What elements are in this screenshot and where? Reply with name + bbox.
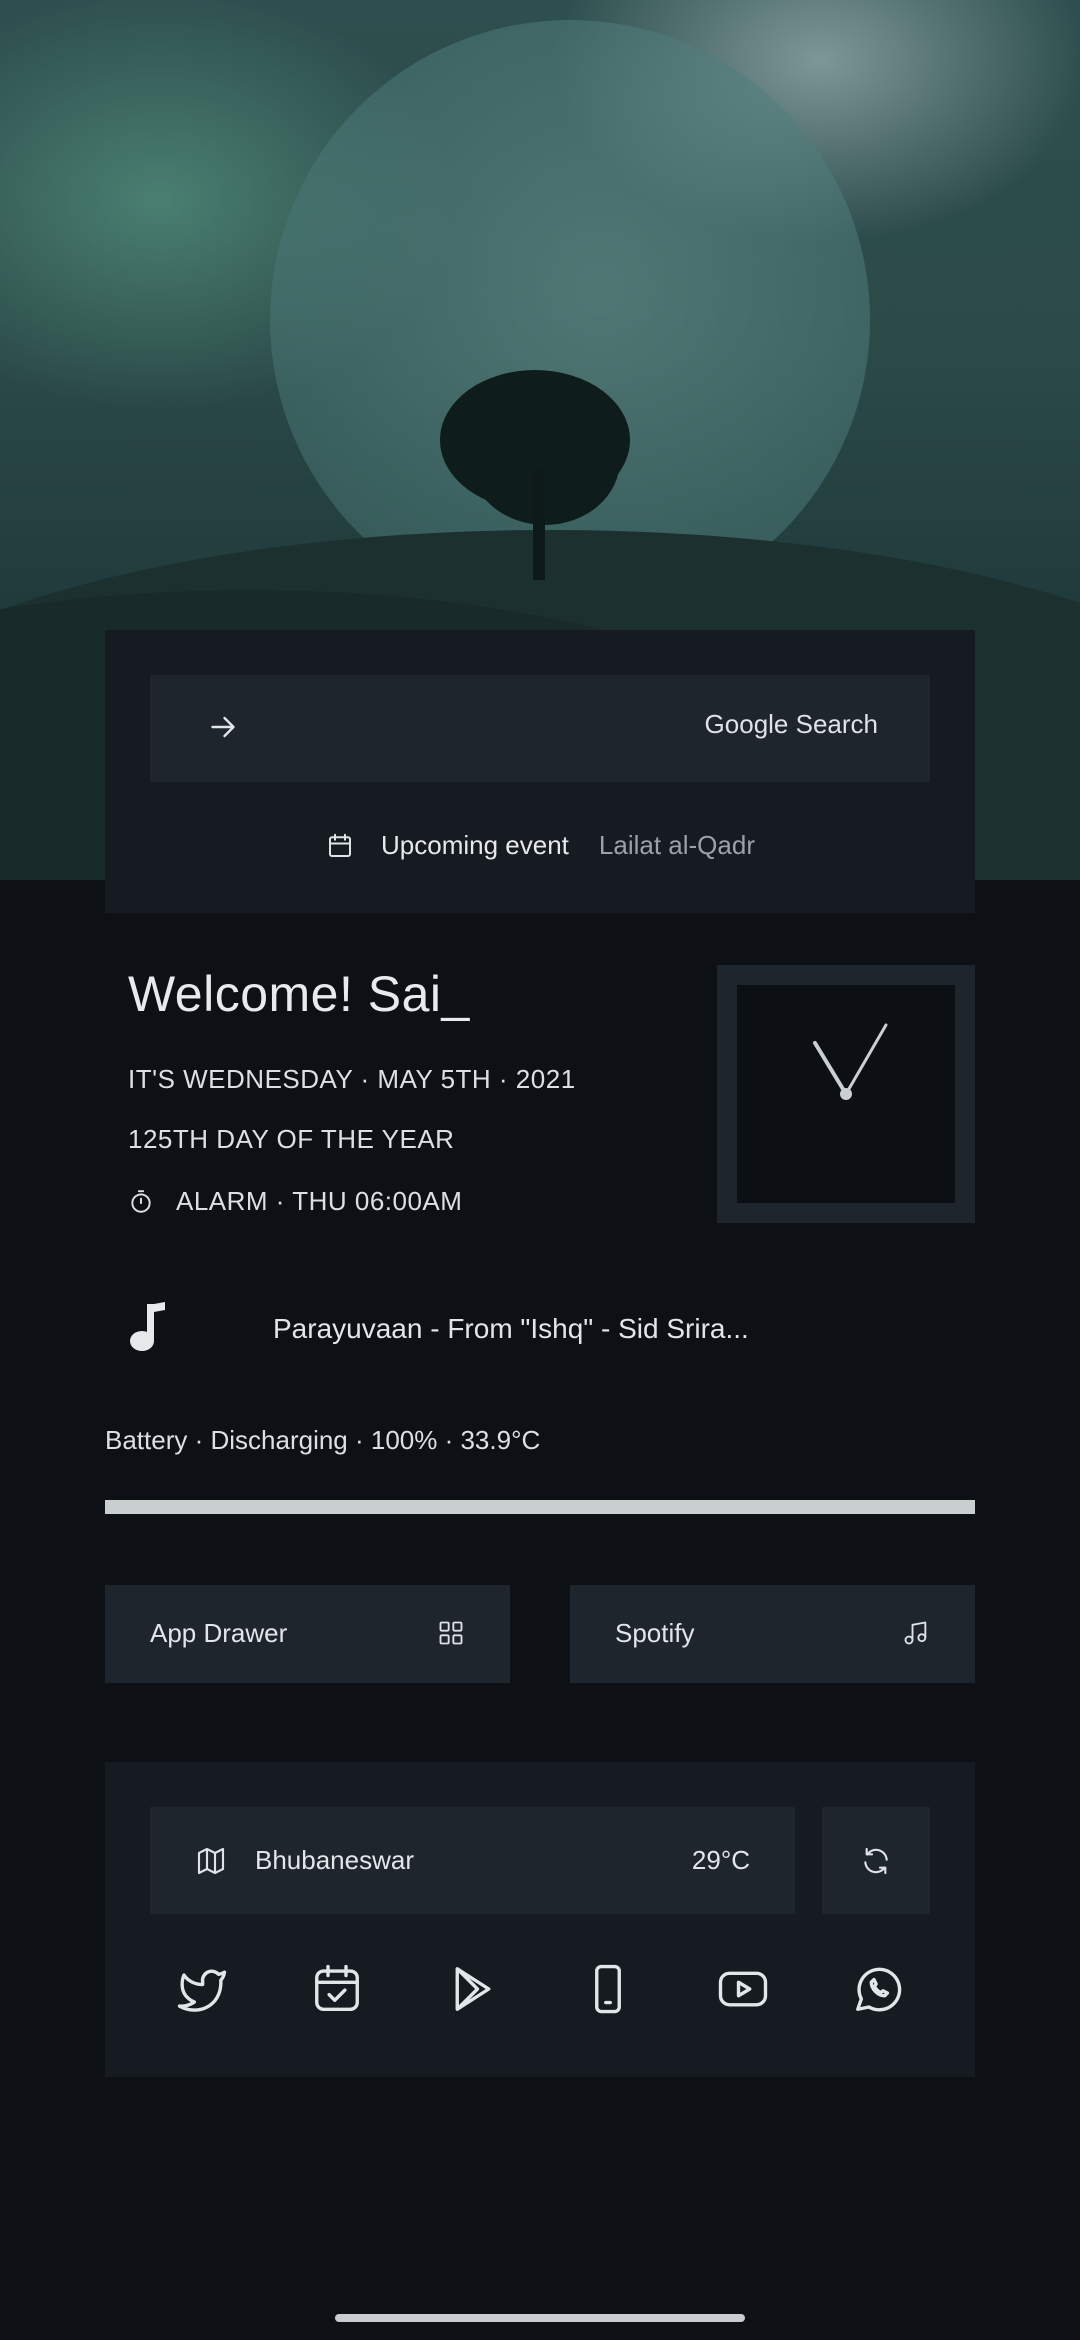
event-title: Upcoming event xyxy=(381,830,569,860)
alarm-line[interactable]: ALARM · THU 06:00AM xyxy=(128,1186,462,1217)
youtube-icon[interactable] xyxy=(716,1962,770,2016)
event-value: Lailat al-Qadr xyxy=(598,830,755,860)
now-playing-title[interactable]: Parayuvaan - From "Ishq" - Sid Srira... xyxy=(273,1313,749,1345)
play-store-icon[interactable] xyxy=(446,1962,500,2016)
grid-icon xyxy=(439,1621,463,1645)
search-label: Google Search xyxy=(704,709,878,739)
music-icon xyxy=(904,1621,927,1645)
alarm-text: ALARM · THU 06:00AM xyxy=(176,1186,463,1216)
app-drawer-label: App Drawer xyxy=(150,1618,288,1648)
day-of-year-line: 125TH DAY OF THE YEAR xyxy=(128,1124,455,1154)
wallpaper-tree xyxy=(470,395,620,525)
twitter-icon[interactable] xyxy=(175,1962,229,2016)
phone-icon[interactable] xyxy=(581,1962,635,2016)
clock-face xyxy=(737,985,955,1203)
weather-card: Bhubaneswar 29°C xyxy=(105,1762,975,2077)
calendar-check-icon[interactable] xyxy=(310,1962,364,2016)
upcoming-event[interactable]: Upcoming event Lailat al-Qadr xyxy=(105,830,975,861)
arrow-right-icon xyxy=(211,716,235,738)
app-shortcuts xyxy=(150,1952,930,2032)
search-card: Google Search Upcoming event Lailat al-Q… xyxy=(105,630,975,913)
welcome-greeting: Welcome! Sai_ xyxy=(128,966,470,1022)
refresh-icon xyxy=(864,1847,888,1875)
analog-clock[interactable] xyxy=(717,965,975,1223)
battery-bar xyxy=(105,1500,975,1514)
clock-hands xyxy=(813,1023,888,1100)
whatsapp-icon[interactable] xyxy=(851,1962,905,2016)
music-note-icon[interactable] xyxy=(125,1300,169,1354)
google-search-bar[interactable]: Google Search xyxy=(150,675,930,782)
battery-fill xyxy=(105,1500,975,1514)
home-indicator[interactable] xyxy=(335,2314,745,2322)
calendar-icon xyxy=(329,833,352,857)
map-icon xyxy=(197,1847,225,1875)
clock-center xyxy=(840,1088,852,1100)
wallpaper-tree-trunk xyxy=(533,470,545,580)
app-drawer-button[interactable]: App Drawer xyxy=(105,1585,510,1683)
weather-temp: 29°C xyxy=(691,1845,750,1875)
weather-widget[interactable]: Bhubaneswar 29°C xyxy=(150,1807,795,1914)
spotify-button[interactable]: Spotify xyxy=(570,1585,975,1683)
battery-status: Battery · Discharging · 100% · 33.9°C xyxy=(105,1425,541,1455)
spotify-label: Spotify xyxy=(615,1618,695,1648)
refresh-button[interactable] xyxy=(822,1807,930,1914)
weather-city: Bhubaneswar xyxy=(255,1845,414,1875)
date-line: IT'S WEDNESDAY · MAY 5TH · 2021 xyxy=(128,1064,576,1094)
timer-icon xyxy=(131,1189,151,1213)
hour-hand xyxy=(813,1041,848,1096)
minute-hand xyxy=(844,1023,888,1096)
